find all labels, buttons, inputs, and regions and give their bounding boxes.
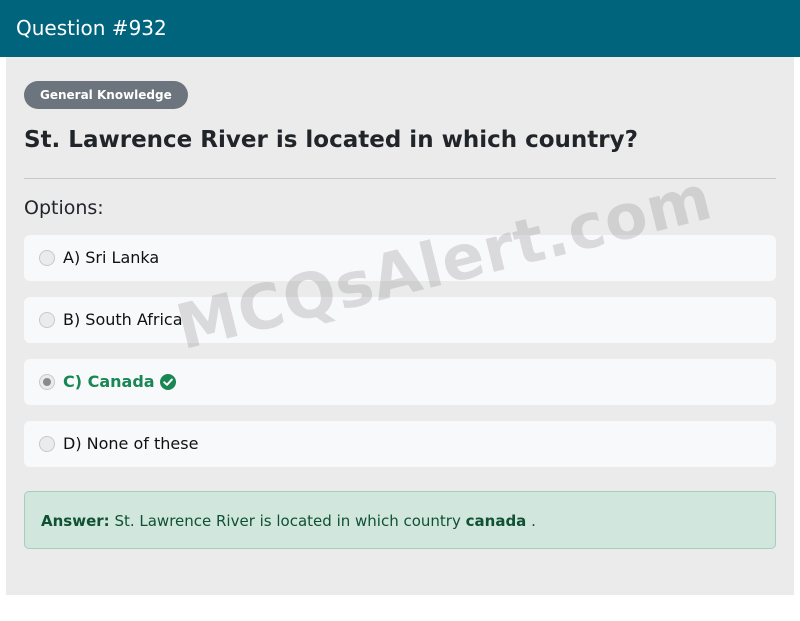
- check-circle-icon: [160, 374, 176, 390]
- question-number-title: Question #932: [16, 16, 167, 40]
- option-c[interactable]: C) Canada: [24, 359, 776, 405]
- radio-button[interactable]: [39, 250, 55, 266]
- answer-suffix: .: [531, 512, 536, 530]
- option-label: B) South Africa: [63, 310, 183, 329]
- option-label: D) None of these: [63, 434, 199, 453]
- radio-button-checked[interactable]: [39, 374, 55, 390]
- card-header: Question #932: [0, 0, 800, 57]
- divider: [24, 178, 776, 179]
- answer-box: Answer: St. Lawrence River is located in…: [24, 491, 776, 549]
- options-label: Options:: [24, 197, 104, 219]
- question-text: St. Lawrence River is located in which c…: [24, 127, 638, 153]
- option-a[interactable]: A) Sri Lanka: [24, 235, 776, 281]
- radio-button[interactable]: [39, 312, 55, 328]
- option-label: C) Canada: [63, 372, 155, 391]
- option-d[interactable]: D) None of these: [24, 421, 776, 467]
- category-badge[interactable]: General Knowledge: [24, 81, 188, 109]
- answer-key: Answer:: [41, 512, 110, 530]
- option-label: A) Sri Lanka: [63, 248, 160, 267]
- option-b[interactable]: B) South Africa: [24, 297, 776, 343]
- answer-text: St. Lawrence River is located in which c…: [114, 512, 461, 530]
- answer-value: canada: [465, 512, 527, 530]
- radio-button[interactable]: [39, 436, 55, 452]
